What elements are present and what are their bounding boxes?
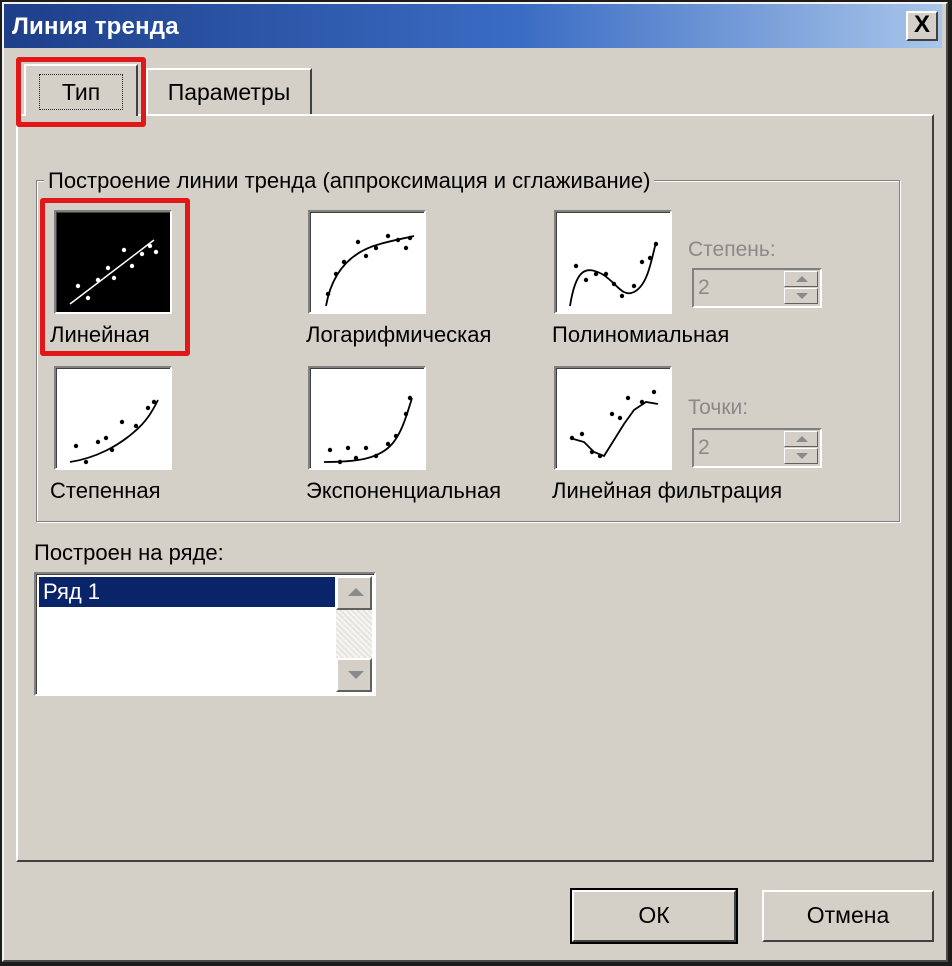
- cancel-button[interactable]: Отмена: [762, 890, 934, 942]
- window-title: Линия тренда: [12, 13, 179, 40]
- tab-parameters[interactable]: Параметры: [146, 68, 312, 114]
- close-button[interactable]: X: [906, 11, 938, 41]
- highlight-frame-tab: [16, 57, 146, 127]
- highlight-frame-linear: [40, 198, 190, 356]
- ok-button[interactable]: ОК: [570, 888, 738, 944]
- title-bar[interactable]: Линия тренда X: [4, 4, 942, 48]
- tab-parameters-label: Параметры: [167, 79, 291, 105]
